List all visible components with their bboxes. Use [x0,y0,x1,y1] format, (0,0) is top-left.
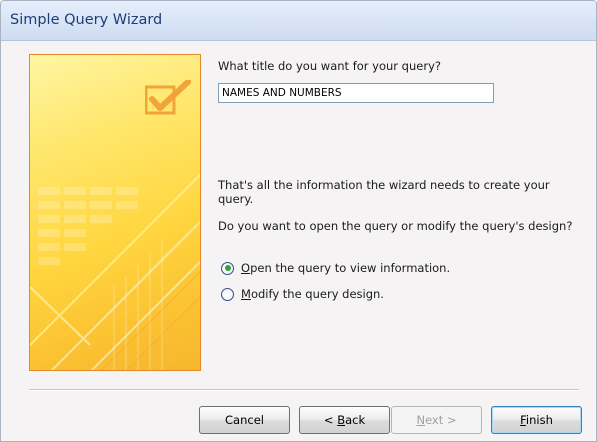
open-or-modify-prompt: Do you want to open the query or modify … [218,219,573,233]
finish-button[interactable]: Finish [491,406,582,434]
modify-design-radio[interactable] [221,287,234,301]
window-title: Simple Query Wizard [10,12,163,28]
button-separator [29,389,579,391]
query-title-question: What title do you want for your query? [218,59,441,73]
checkmark-icon [145,80,191,116]
title-bar[interactable]: Simple Query Wizard [1,1,596,41]
back-button[interactable]: < Back [299,406,390,434]
modify-design-option[interactable]: Modify the query design. [221,286,384,302]
open-query-option[interactable]: Open the query to view information. [221,260,450,276]
next-button[interactable]: Next > [391,406,482,434]
wizard-info-text: That's all the information the wizard ne… [218,178,550,206]
open-query-label: Open the query to view information. [241,261,451,275]
query-title-input[interactable] [218,83,494,103]
modify-design-label: Modify the query design. [241,287,384,301]
wizard-banner-illustration [29,54,201,371]
open-query-radio[interactable] [221,261,234,275]
wizard-window: Simple Query Wizard What title do you wa… [0,0,597,442]
cancel-button[interactable]: Cancel [199,406,290,434]
radio-selected-dot [224,265,231,271]
